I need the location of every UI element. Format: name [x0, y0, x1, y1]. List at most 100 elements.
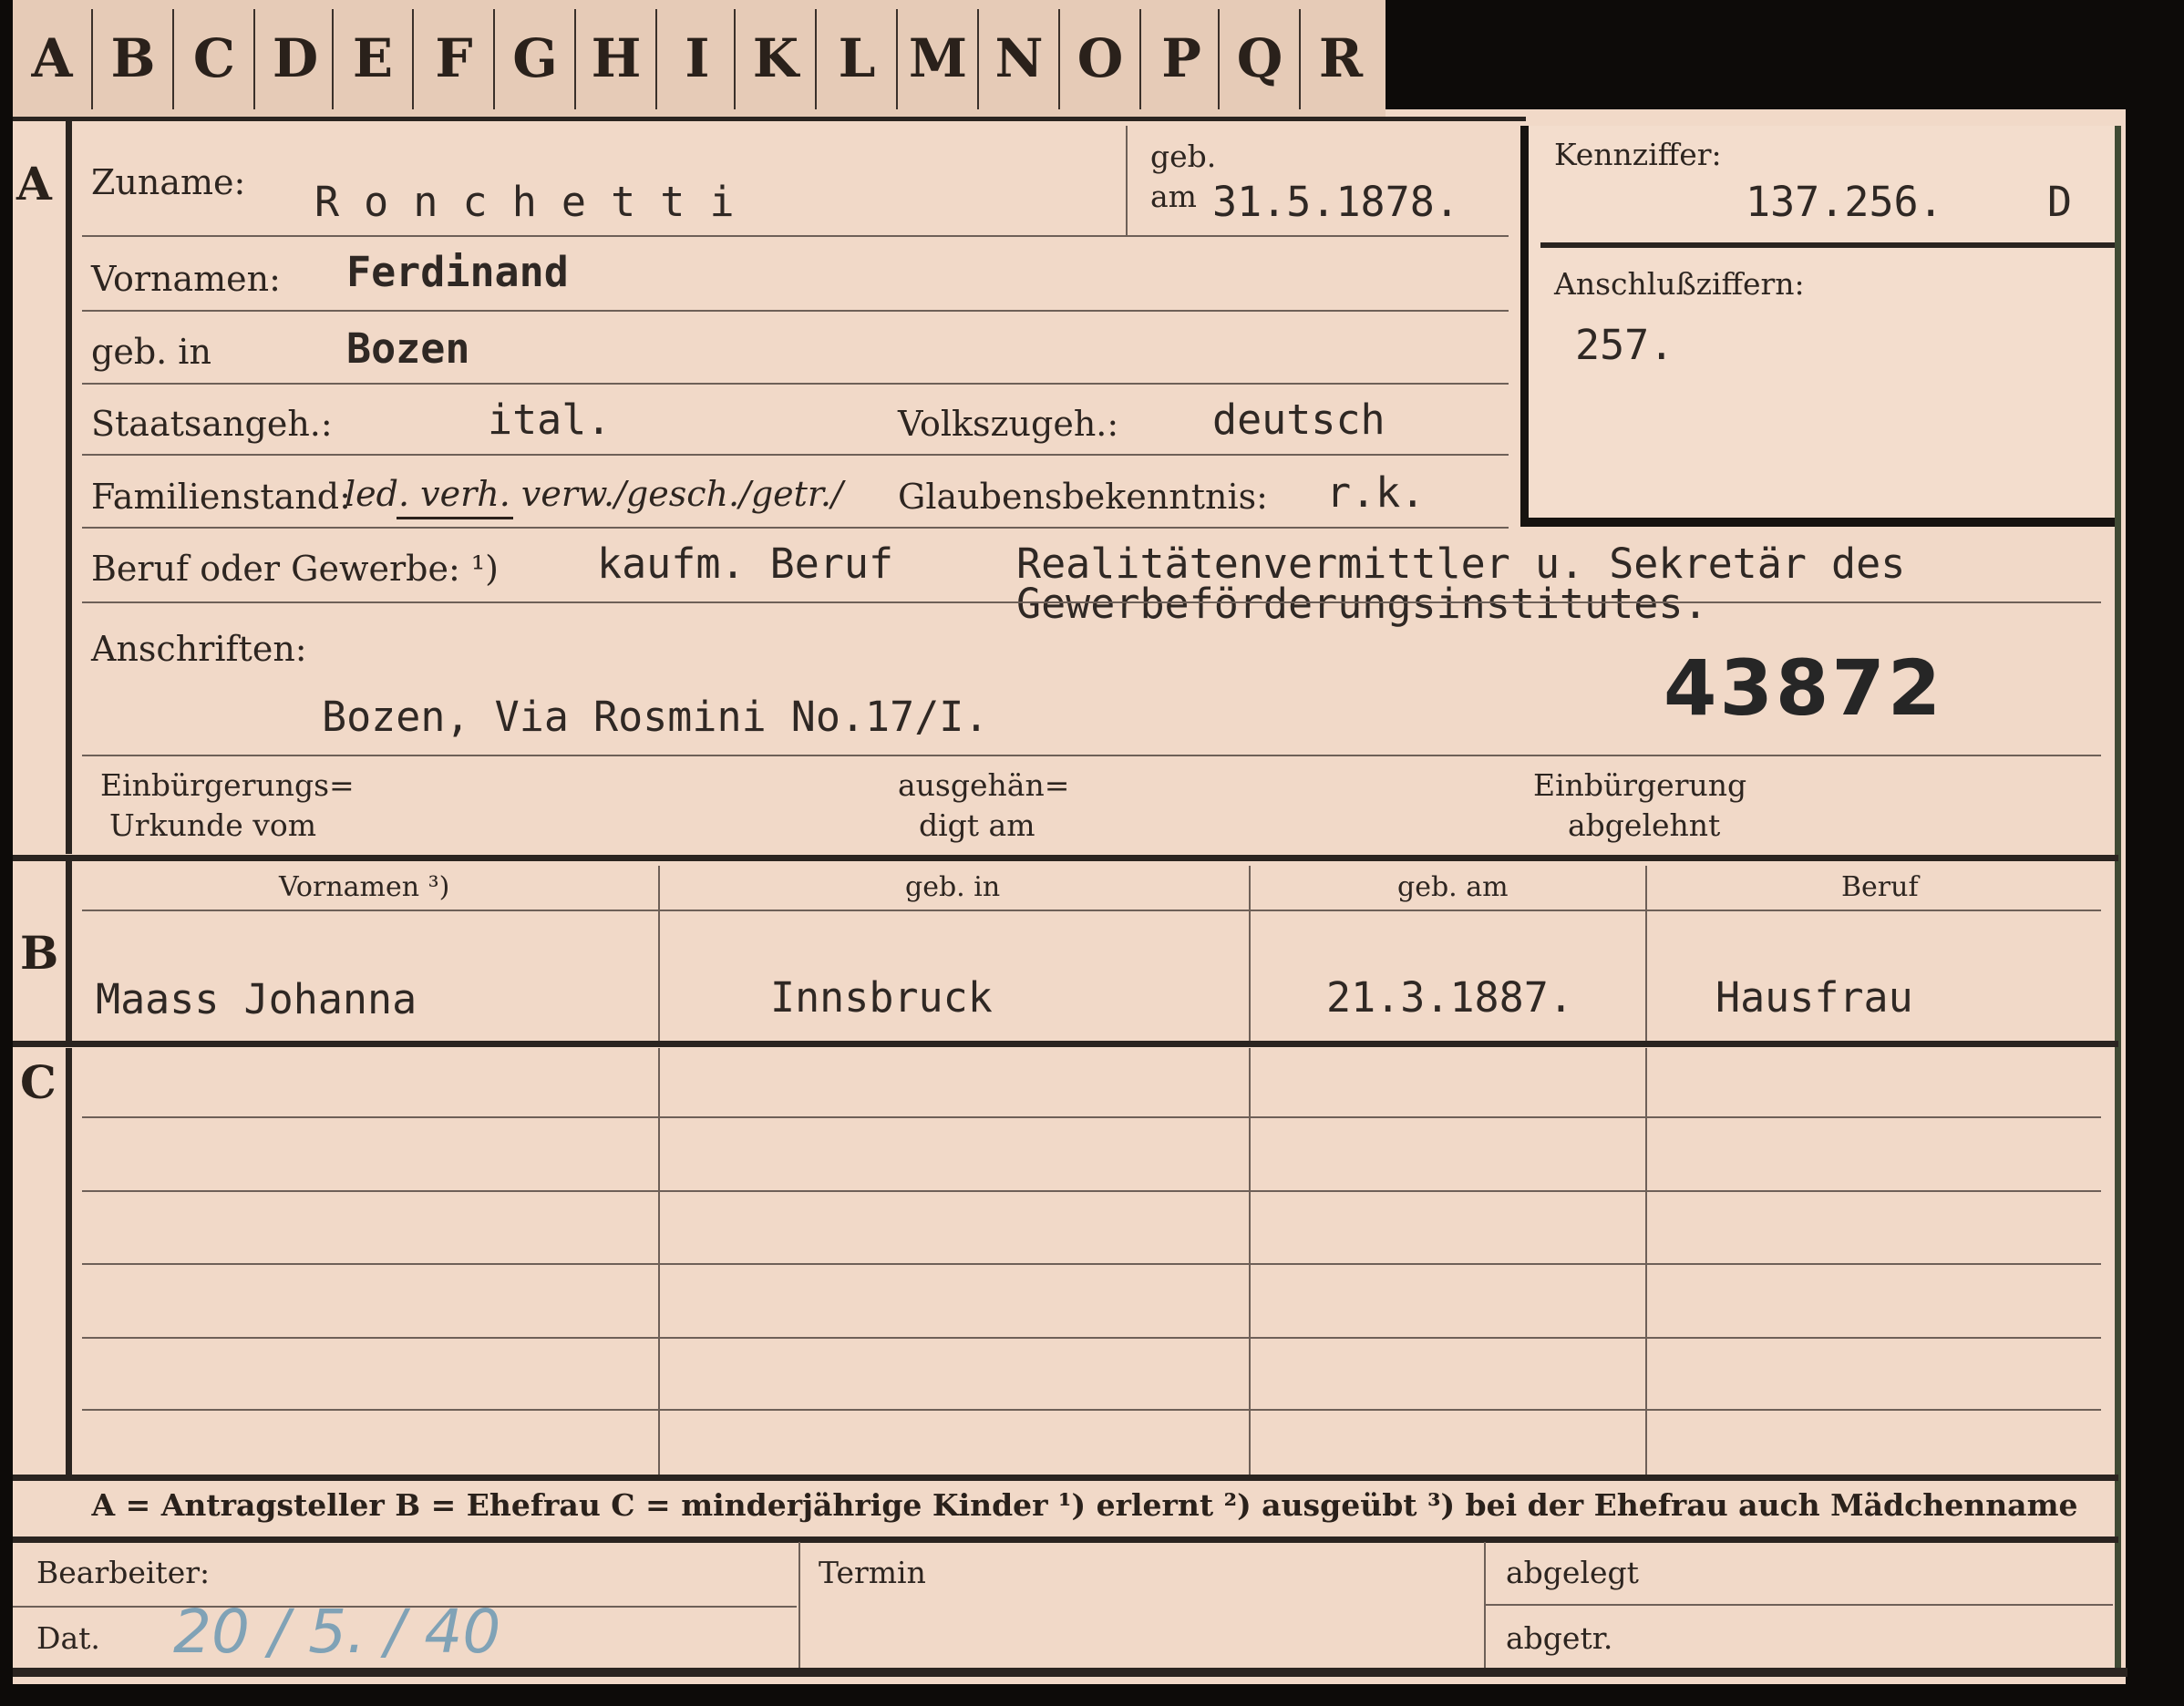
born-label-am: am — [1150, 179, 1197, 214]
rule — [82, 1337, 2101, 1339]
done-label: abgetr. — [1506, 1620, 1613, 1656]
address-label: Anschriften: — [91, 629, 307, 669]
tab-divider — [91, 9, 93, 109]
anschluss-label: Anschlußziffern: — [1554, 266, 1805, 302]
profession-detail-line-2: Gewerbeförderungsinstitutes. — [1016, 580, 1708, 628]
footer-bottom-rule — [13, 1668, 2127, 1677]
registration-card: A B C D E F G H I K L M N O P Q R Kennzi… — [0, 0, 2184, 1706]
spouse-header-profession: Beruf — [1841, 871, 1919, 903]
clerk-label: Bearbeiter: — [36, 1555, 211, 1590]
col-divider — [798, 1542, 800, 1670]
section-c-mark: C — [20, 1055, 57, 1109]
ethnicity-value: deutsch — [1212, 396, 1386, 444]
legend-bottom-rule — [13, 1536, 2118, 1543]
rule — [82, 1409, 2101, 1411]
section-a-bottom-rule — [13, 855, 2118, 861]
filed-label: abgelegt — [1506, 1555, 1639, 1590]
rule — [82, 310, 1509, 312]
tab-e[interactable]: E — [334, 4, 412, 113]
birthplace-label: geb. in — [91, 332, 211, 372]
profession-value: kaufm. Beruf — [597, 540, 894, 588]
tab-g[interactable]: G — [496, 4, 574, 113]
tab-divider — [332, 9, 334, 109]
tab-b[interactable]: B — [94, 4, 172, 113]
religion-label: Glaubensbekenntnis: — [898, 477, 1268, 517]
tab-q[interactable]: Q — [1221, 4, 1299, 113]
tab-r[interactable]: R — [1302, 4, 1380, 113]
col-divider — [1484, 1542, 1486, 1670]
tab-p[interactable]: P — [1142, 4, 1221, 113]
profession-label: Beruf oder Gewerbe: ¹) — [91, 549, 499, 589]
rule — [1126, 126, 1128, 235]
tab-divider — [1139, 9, 1141, 109]
tab-divider — [574, 9, 576, 109]
tab-divider — [493, 9, 495, 109]
rule — [82, 454, 1509, 456]
col-divider — [658, 866, 660, 1043]
tab-divider — [172, 9, 174, 109]
family-status-underline — [397, 517, 513, 519]
tab-c[interactable]: C — [175, 4, 253, 113]
tab-a[interactable]: A — [13, 4, 91, 113]
handed-label-2: digt am — [919, 807, 1035, 843]
termin-label: Termin — [819, 1555, 926, 1590]
birthplace-value: Bozen — [346, 324, 470, 373]
tab-d[interactable]: D — [256, 4, 335, 113]
kennziffer-value: 137.256. — [1746, 178, 1943, 226]
naturalization-label-2: Urkunde vom — [109, 807, 317, 843]
stamped-number: 43872 — [1664, 643, 1944, 733]
id-box-divider — [1540, 242, 2115, 248]
ethnicity-label: Volkszugeh.: — [898, 404, 1119, 444]
tab-divider — [253, 9, 255, 109]
section-a-mark: A — [16, 157, 52, 211]
first-names-value: Ferdinand — [346, 248, 569, 296]
section-b-mark: B — [20, 926, 59, 980]
legend: A = Antragsteller B = Ehefrau C = minder… — [91, 1487, 2078, 1523]
section-a-margin-line — [66, 120, 72, 854]
section-c-margin-line — [66, 1048, 72, 1476]
tab-m[interactable]: M — [899, 4, 977, 113]
col-divider — [1249, 866, 1251, 1043]
rule — [82, 527, 1509, 529]
rejected-label-1: Einbürgerung — [1533, 767, 1747, 803]
born-label-geb: geb. — [1150, 139, 1217, 174]
tab-divider — [977, 9, 979, 109]
family-status-label: Familienstand: — [91, 477, 351, 517]
tab-divider — [734, 9, 736, 109]
tab-h[interactable]: H — [577, 4, 655, 113]
spouse-header-birthdate: geb. am — [1397, 871, 1509, 903]
citizenship-value: ital. — [488, 396, 612, 444]
address-value: Bozen, Via Rosmini No.17/I. — [322, 693, 989, 741]
section-c-bottom-rule — [13, 1475, 2118, 1481]
rule — [82, 235, 1509, 237]
naturalization-label-1: Einbürgerungs= — [100, 767, 355, 803]
rule — [82, 1190, 2101, 1192]
col-divider — [1645, 866, 1647, 1043]
spouse-header-birthplace: geb. in — [905, 871, 1001, 903]
tab-k[interactable]: K — [737, 4, 815, 113]
tab-i[interactable]: I — [658, 4, 737, 113]
section-b-bottom-rule — [13, 1041, 2118, 1047]
spouse-birthdate-value: 21.3.1887. — [1326, 973, 1573, 1022]
tab-l[interactable]: L — [818, 4, 896, 113]
kennziffer-suffix: D — [2047, 178, 2073, 226]
handed-label-1: ausgehän= — [898, 767, 1070, 803]
rejected-label-2: abgelehnt — [1568, 807, 1721, 843]
tab-divider — [896, 9, 898, 109]
rule — [13, 117, 1526, 121]
citizenship-label: Staatsangeh.: — [91, 404, 333, 444]
family-status-options: led. verh. verw./gesch./getr./ — [345, 474, 843, 514]
anschluss-value: 257. — [1575, 321, 1674, 369]
religion-value: r.k. — [1326, 468, 1426, 517]
born-date-value: 31.5.1878. — [1212, 178, 1459, 226]
date-value: 20 / 5. / 40 — [173, 1597, 501, 1667]
tab-divider — [412, 9, 414, 109]
rule — [82, 755, 2101, 756]
rule — [82, 383, 1509, 385]
tab-divider — [1299, 9, 1301, 109]
tab-n[interactable]: N — [980, 4, 1058, 113]
tab-f[interactable]: F — [415, 4, 493, 113]
spouse-header-first-names: Vornamen ³) — [279, 871, 450, 903]
tab-o[interactable]: O — [1061, 4, 1139, 113]
right-edge-line — [2115, 126, 2121, 1675]
